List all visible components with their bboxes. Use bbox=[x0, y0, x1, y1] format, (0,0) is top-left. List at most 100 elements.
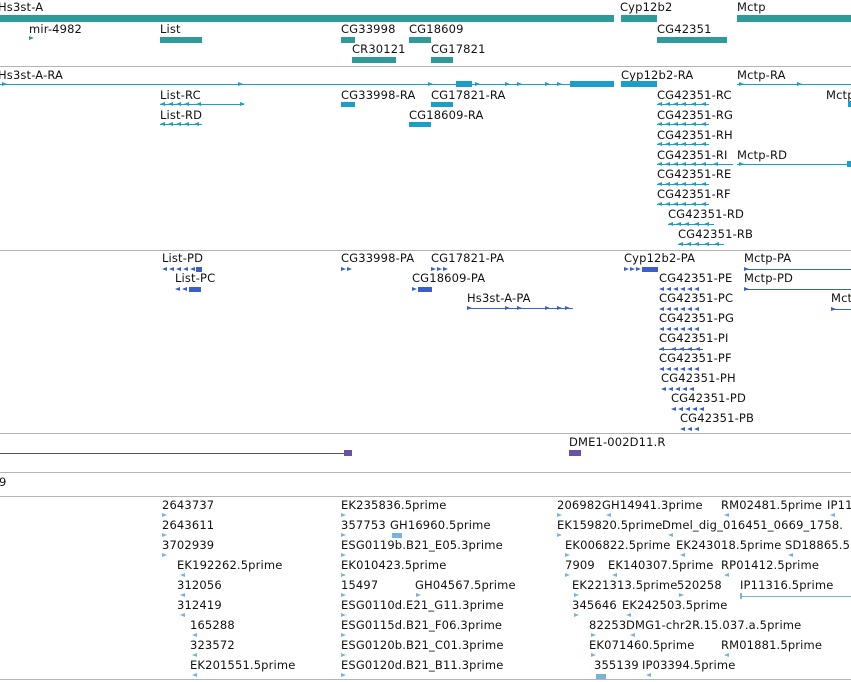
transcript-mctp[interactable] bbox=[826, 101, 851, 109]
est-label: 323572 bbox=[190, 638, 235, 652]
est-feature[interactable] bbox=[574, 593, 579, 597]
protein-mct[interactable] bbox=[831, 306, 851, 314]
gene-cr30121[interactable] bbox=[352, 57, 396, 63]
gene-mir-4982[interactable] bbox=[29, 36, 34, 40]
est-label: 357753 bbox=[341, 518, 386, 532]
est-feature[interactable] bbox=[180, 593, 185, 597]
est-feature[interactable] bbox=[626, 613, 631, 617]
est-feature[interactable] bbox=[606, 513, 611, 517]
transcript-label-cg42351-re: CG42351-RE bbox=[657, 167, 732, 181]
gene-label-cg33998: CG33998 bbox=[341, 22, 396, 36]
est-feature[interactable] bbox=[724, 573, 729, 577]
est-feature[interactable] bbox=[668, 533, 673, 537]
protein-label-cg42351-pb: CG42351-PB bbox=[680, 411, 754, 425]
est-feature[interactable] bbox=[341, 633, 346, 637]
est-feature[interactable] bbox=[416, 593, 421, 597]
est-label: IP11316.5prime bbox=[740, 578, 834, 592]
est-feature[interactable] bbox=[565, 553, 570, 557]
est-feature[interactable] bbox=[646, 673, 651, 677]
est-feature[interactable] bbox=[679, 593, 684, 597]
clone-left[interactable] bbox=[0, 450, 352, 458]
est-label: GH04567.5prime bbox=[415, 578, 516, 592]
gene-label-cg42351: CG42351 bbox=[657, 22, 712, 36]
est-label: EK140307.5prime bbox=[608, 558, 714, 572]
protein-label-cg42351-pc: CG42351-PC bbox=[659, 291, 734, 305]
est-feature[interactable] bbox=[162, 533, 167, 537]
est-feature[interactable] bbox=[192, 673, 197, 677]
gene-list[interactable] bbox=[160, 37, 202, 43]
est-feature[interactable] bbox=[162, 513, 167, 517]
est-label: 15497 bbox=[341, 578, 379, 592]
gene-cg18609[interactable] bbox=[409, 37, 431, 43]
transcript-hs3st-a-ra[interactable] bbox=[0, 80, 614, 90]
est-feature[interactable] bbox=[724, 513, 729, 517]
est-feature[interactable] bbox=[574, 613, 579, 617]
protein-cg33998-pa[interactable] bbox=[341, 266, 355, 274]
est-feature[interactable] bbox=[341, 653, 346, 657]
est-feature[interactable] bbox=[557, 513, 562, 517]
est-label: ESG0119b.B21_E05.3prime bbox=[341, 538, 503, 552]
gene-cg17821[interactable] bbox=[431, 57, 453, 63]
est-feature[interactable] bbox=[192, 653, 197, 657]
protein-label-cg42351-pi: CG42351-PI bbox=[659, 331, 729, 345]
transcript-label-cg42351-rb: CG42351-RB bbox=[678, 227, 754, 241]
est-feature[interactable] bbox=[341, 513, 346, 517]
est-label: IP11 bbox=[827, 498, 851, 512]
protein-label-list-pd: List-PD bbox=[162, 251, 204, 265]
gene-label-mctp: Mctp bbox=[737, 0, 766, 14]
gene-cg42351[interactable] bbox=[657, 37, 727, 43]
gene-cyp12b2[interactable] bbox=[621, 15, 657, 22]
est-label: EK235836.5prime bbox=[341, 498, 447, 512]
est-feature[interactable] bbox=[192, 633, 197, 637]
est-feature[interactable] bbox=[341, 533, 346, 537]
est-label: EK010423.5prime bbox=[341, 558, 447, 572]
est-feature[interactable] bbox=[612, 573, 617, 577]
gene-label-hs3st-a: Hs3st-A bbox=[0, 0, 44, 14]
est-feature[interactable] bbox=[740, 593, 851, 601]
est-feature[interactable] bbox=[341, 613, 346, 617]
est-feature[interactable] bbox=[680, 553, 685, 557]
transcript-cg18609-ra[interactable] bbox=[409, 121, 431, 129]
genome-browser-view: Hs3st-A Cyp12b2 Mctp mir-4982 List CG339… bbox=[0, 0, 851, 682]
est-feature[interactable] bbox=[162, 553, 167, 557]
est-feature[interactable] bbox=[788, 553, 793, 557]
transcript-mctp-rd[interactable] bbox=[737, 161, 851, 169]
est-feature[interactable] bbox=[341, 573, 346, 577]
gene-hs3st-a[interactable] bbox=[0, 15, 614, 22]
transcript-cg33998-ra[interactable] bbox=[341, 101, 355, 109]
clone-dme1-002d11-r[interactable] bbox=[569, 450, 581, 458]
protein-label-hs3st-a-pa: Hs3st-A-PA bbox=[467, 291, 531, 305]
protein-hs3st-a-pa[interactable] bbox=[467, 305, 575, 313]
est-feature[interactable] bbox=[630, 633, 635, 637]
est-feature[interactable] bbox=[180, 573, 185, 577]
protein-cyp12b2-pa[interactable] bbox=[624, 266, 658, 274]
est-feature[interactable] bbox=[341, 553, 346, 557]
protein-cg18609-pa[interactable] bbox=[412, 286, 432, 294]
est-label: ESG0120d.B21_B11.3prime bbox=[341, 658, 504, 672]
gene-label-mir-4982: mir-4982 bbox=[29, 22, 83, 36]
est-feature[interactable] bbox=[591, 633, 596, 637]
est-feature[interactable] bbox=[180, 613, 185, 617]
est-feature[interactable] bbox=[830, 513, 835, 517]
est-label: RP01412.5prime bbox=[721, 558, 820, 572]
transcript-cg42351-rb[interactable] bbox=[678, 241, 724, 249]
track-divider bbox=[0, 679, 851, 680]
est-label: EK221313.5prime bbox=[572, 578, 678, 592]
est-feature[interactable] bbox=[341, 593, 346, 597]
est-feature[interactable] bbox=[565, 573, 570, 577]
gene-mctp[interactable] bbox=[737, 15, 851, 22]
transcript-cyp12b2-ra[interactable] bbox=[621, 80, 657, 90]
est-feature[interactable] bbox=[591, 653, 596, 657]
protein-list-pc[interactable] bbox=[175, 286, 203, 294]
est-feature[interactable] bbox=[341, 673, 346, 677]
est-label: 2643611 bbox=[162, 518, 215, 532]
est-feature[interactable] bbox=[557, 533, 562, 537]
protein-label-cg42351-ph: CG42351-PH bbox=[661, 371, 736, 385]
est-label: IP03394.5prime bbox=[642, 658, 736, 672]
est-label: EK201551.5prime bbox=[190, 658, 296, 672]
transcript-list-rd[interactable] bbox=[160, 121, 202, 129]
est-feature[interactable] bbox=[724, 653, 729, 657]
est-label: EK071460.5prime bbox=[589, 638, 695, 652]
track-divider bbox=[0, 472, 851, 473]
est-label: EK006822.5prime bbox=[565, 538, 671, 552]
